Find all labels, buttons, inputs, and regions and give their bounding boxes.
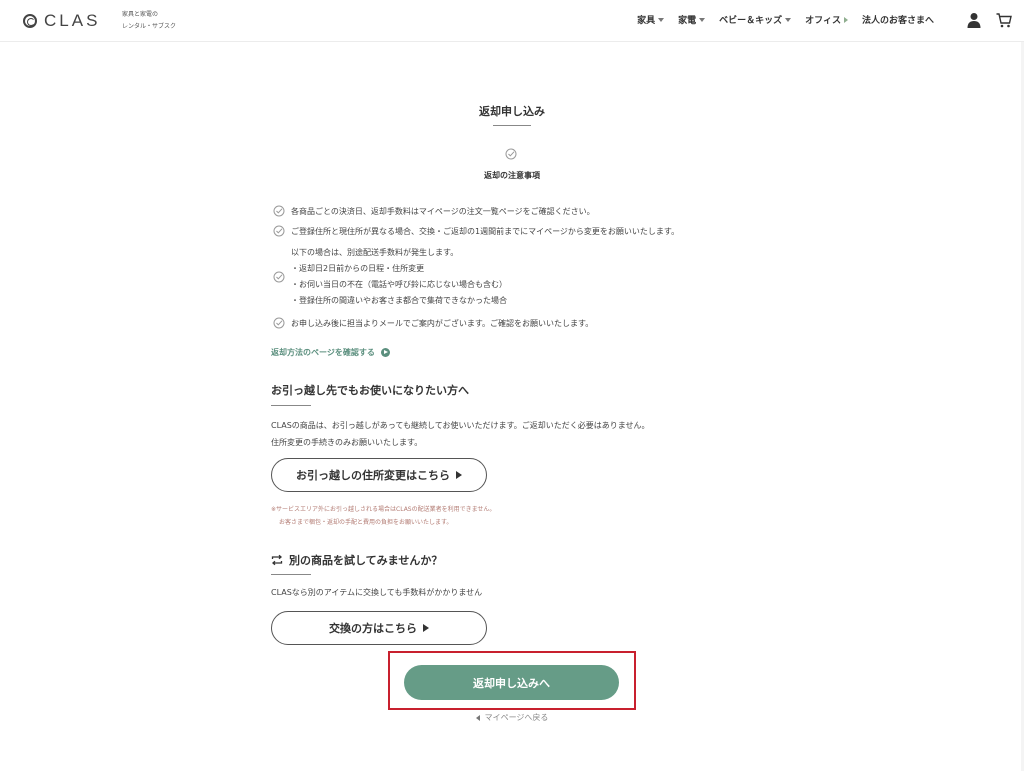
list-item: 以下の場合は、別途配送手数料が発生します。 ・返却日2日前からの日程・住所変更 …: [273, 245, 773, 309]
service-area-warning: ※サービスエリア外にお引っ越しされる場合はCLASの配送業者を利用できません。 …: [271, 503, 495, 529]
moving-body-line: CLASの商品は、お引っ越しがあっても継続してお使いいただけます。ご返却いただく…: [271, 421, 650, 430]
check-circle-icon: [273, 317, 285, 329]
caret-down-icon: [658, 17, 665, 22]
page-title: 返却申し込み: [479, 105, 545, 118]
nav-item-label: 家具: [637, 16, 656, 26]
tagline: 家具と家電の レンタル・サブスク: [122, 9, 176, 33]
exchange-section-heading: 別の商品を試してみませんか？: [271, 552, 442, 568]
clas-logo[interactable]: CLAS: [23, 11, 100, 31]
exchange-button[interactable]: 交換の方はこちら: [271, 611, 487, 645]
tagline-line-2: レンタル・サブスク: [122, 23, 177, 30]
nav-item-label: 法人のお客さまへ: [861, 16, 934, 26]
section-divider: [271, 405, 311, 406]
back-link-label: マイページへ戻る: [484, 713, 549, 722]
cart-icon[interactable]: [996, 12, 1012, 28]
section-divider: [271, 574, 311, 575]
nav-item-label: ベビー＆キッズ: [719, 16, 783, 26]
list-item: お申し込み後に担当よりメールでご案内がございます。ご確認をお願いいたします。: [273, 317, 773, 329]
nav-item-baby-kids[interactable]: ベビー＆キッズ: [719, 13, 792, 26]
exchange-arrows-icon: [271, 554, 283, 566]
moving-section-heading: お引っ越し先でもお使いになりたい方へ: [271, 384, 469, 397]
warning-line: お客さまで梱包・返却の手配と費用の負担をお願いいたします。: [279, 519, 453, 526]
note-text: 各商品ごとの決済日、返却手数料はマイページの注文一覧ページをご確認ください。: [291, 206, 595, 216]
main-nav: 家具 家電 ベビー＆キッズ オフィス 法人のお客さまへ: [637, 13, 934, 26]
back-to-mypage-link[interactable]: マイページへ戻る: [0, 712, 1024, 723]
check-circle-icon: [273, 205, 285, 217]
exchange-heading-label: 別の商品を試してみませんか？: [289, 554, 443, 567]
tagline-line-1: 家具と家電の: [122, 11, 159, 18]
fee-note-line: ・登録住所の間違いやお客さま都合で集荷できなかった場合: [291, 296, 507, 305]
address-change-button[interactable]: お引っ越しの住所変更はこちら: [271, 458, 487, 492]
return-method-link-label: 返却方法のページを確認する: [271, 348, 375, 357]
check-circle-icon: [273, 271, 285, 283]
notice-list: 各商品ごとの決済日、返却手数料はマイページの注文一覧ページをご確認ください。 ご…: [273, 205, 773, 337]
note-text: お申し込み後に担当よりメールでご案内がございます。ご確認をお願いいたします。: [291, 318, 594, 328]
caret-down-icon: [699, 17, 706, 22]
clas-logo-mark-icon: [23, 14, 37, 28]
check-circle-icon: [273, 225, 285, 237]
site-header: CLAS 家具と家電の レンタル・サブスク 家具 家電 ベビー＆キッズ オフィス…: [0, 0, 1024, 42]
note-text: ご登録住所と現住所が異なる場合、交換・ご返却の1週間前までにマイページから変更を…: [291, 226, 680, 236]
nav-item-label: 家電: [678, 16, 697, 26]
return-method-link[interactable]: 返却方法のページを確認する: [271, 347, 390, 358]
caret-right-icon: [843, 16, 848, 23]
logo-text: CLAS: [44, 11, 101, 30]
list-item: 各商品ごとの決済日、返却手数料はマイページの注文一覧ページをご確認ください。: [273, 205, 773, 217]
caret-left-icon: [475, 714, 480, 721]
nav-item-furniture[interactable]: 家具: [637, 13, 665, 26]
fee-note-line: 以下の場合は、別途配送手数料が発生します。: [291, 248, 459, 257]
title-divider: [493, 125, 531, 126]
notice-heading: 返却の注意事項: [484, 171, 540, 180]
caret-down-icon: [785, 17, 792, 22]
user-icon[interactable]: [967, 12, 981, 28]
nav-item-business[interactable]: 法人のお客さまへ: [862, 13, 934, 26]
play-icon: [423, 624, 429, 632]
nav-item-office[interactable]: オフィス: [805, 13, 848, 26]
address-change-button-label: お引っ越しの住所変更はこちら: [296, 469, 450, 482]
fee-note-line: ・お伺い当日の不在（電話や呼び鈴に応じない場合も含む）: [291, 280, 507, 289]
moving-section-body: CLASの商品は、お引っ越しがあっても継続してお使いいただけます。ご返却いただく…: [271, 417, 649, 451]
fee-note-line: ・返却日2日前からの日程・住所変更: [291, 264, 425, 273]
exchange-button-label: 交換の方はこちら: [329, 622, 417, 635]
warning-line: ※サービスエリア外にお引っ越しされる場合はCLASの配送業者を利用できません。: [271, 506, 496, 513]
play-icon: [456, 471, 462, 479]
apply-return-button[interactable]: 返却申し込みへ: [404, 665, 619, 700]
nav-item-appliances[interactable]: 家電: [678, 13, 706, 26]
play-circle-icon: [380, 348, 390, 357]
list-item: ご登録住所と現住所が異なる場合、交換・ご返却の1週間前までにマイページから変更を…: [273, 225, 773, 237]
exchange-section-body: CLASなら別のアイテムに交換しても手数料がかかりません: [271, 588, 483, 597]
check-circle-icon: [505, 148, 517, 160]
moving-body-line: 住所変更の手続きのみお願いいたします。: [271, 438, 423, 447]
fee-note: 以下の場合は、別途配送手数料が発生します。 ・返却日2日前からの日程・住所変更 …: [291, 245, 507, 309]
nav-item-label: オフィス: [805, 16, 841, 26]
